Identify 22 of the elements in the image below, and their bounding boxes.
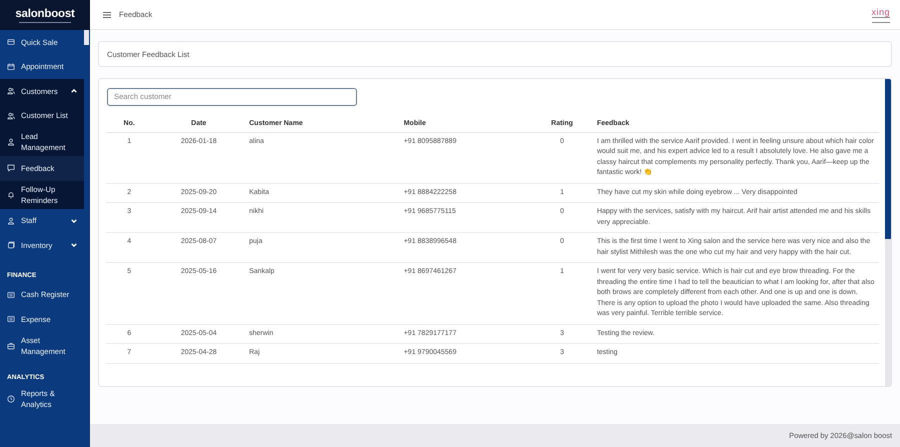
menu-icon[interactable] [103, 10, 111, 18]
brand-logo-text: xing [871, 6, 890, 16]
register-icon [7, 315, 15, 324]
briefcase-icon [7, 342, 15, 350]
person-icon [7, 138, 15, 146]
box-icon [7, 241, 15, 250]
scrollbar-thumb[interactable] [885, 79, 891, 239]
chat-icon [7, 164, 15, 172]
clock-icon [7, 394, 15, 402]
person-icon [7, 216, 15, 225]
scrollbar-thumb[interactable] [84, 30, 89, 45]
logo-text: salonboost [15, 8, 75, 20]
card-icon [7, 38, 15, 46]
people-icon [7, 87, 15, 96]
scrollbar[interactable] [885, 79, 891, 386]
calendar-icon [7, 62, 15, 71]
bell-icon [7, 190, 15, 198]
people-icon [7, 112, 15, 120]
register-icon [7, 290, 15, 299]
chevron-icon [71, 88, 77, 94]
chevron-icon [71, 242, 77, 248]
chevron-icon [71, 218, 77, 224]
